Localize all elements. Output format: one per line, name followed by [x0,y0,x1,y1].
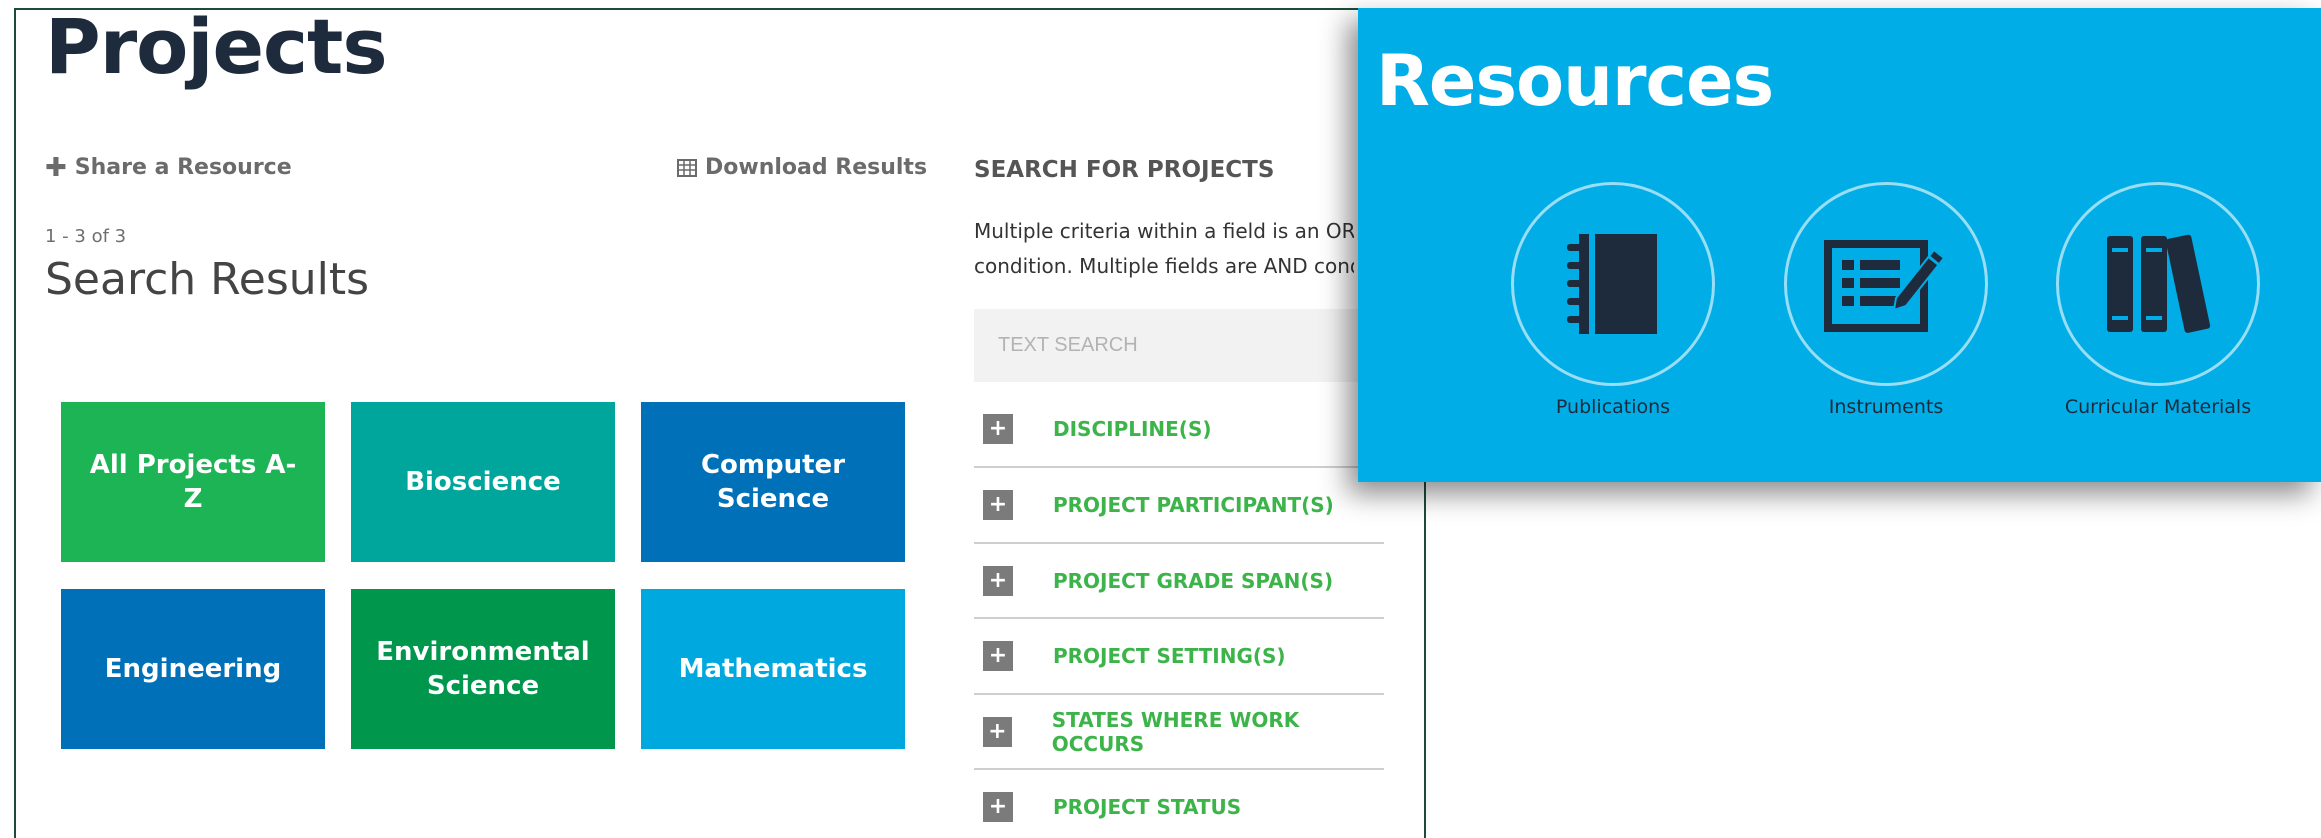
resource-curricular-materials[interactable]: Curricular Materials [2055,182,2261,418]
tile-environmental-science[interactable]: Environmental Science [351,589,615,749]
resource-label: Publications [1555,396,1671,418]
resources-title: Resources [1376,40,1774,122]
filter-project-settings[interactable]: + PROJECT SETTING(S) [974,617,1384,692]
share-resource-link[interactable]: ✚ Share a Resource [45,152,292,183]
results-heading: Search Results [45,254,370,305]
books-icon [2107,234,2211,333]
result-count: 1 - 3 of 3 [45,226,127,247]
tile-all-projects[interactable]: All Projects A-Z [61,402,325,562]
filter-label: PROJECT PARTICIPANT(S) [1053,492,1334,517]
filter-label: DISCIPLINE(S) [1053,416,1212,441]
tile-engineering[interactable]: Engineering [61,589,325,749]
expand-plus-icon[interactable]: + [983,640,1013,671]
text-search-input[interactable] [974,309,1384,382]
filter-label: PROJECT STATUS [1053,794,1242,819]
share-resource-label: Share a Resource [74,155,292,180]
expand-plus-icon[interactable]: + [983,413,1013,444]
filter-disciplines[interactable]: + DISCIPLINE(S) [974,391,1384,466]
filter-label: PROJECT GRADE SPAN(S) [1053,568,1334,593]
publications-circle [1511,182,1715,386]
tile-mathematics[interactable]: Mathematics [641,589,905,749]
filter-project-status[interactable]: + PROJECT STATUS [974,768,1384,838]
plus-icon: ✚ [45,152,67,183]
search-description-line: condition. Multiple fields are AND cond [974,254,1354,278]
tile-computer-science[interactable]: Computer Science [641,402,905,562]
search-heading: SEARCH FOR PROJECTS [974,157,1275,183]
expand-plus-icon[interactable]: + [983,791,1013,822]
filter-grade-spans[interactable]: + PROJECT GRADE SPAN(S) [974,542,1384,617]
search-description-line: Multiple criteria within a field is an O… [974,219,1354,243]
filter-label: STATES WHERE WORK OCCURS [1051,707,1300,756]
notebook-icon [1567,234,1657,334]
filter-states[interactable]: + STATES WHERE WORK OCCURS [974,693,1384,768]
expand-plus-icon[interactable]: + [983,565,1013,596]
resource-label: Instruments [1828,396,1944,418]
page-title: Projects [45,2,388,91]
tile-bioscience[interactable]: Bioscience [351,402,615,562]
download-results-label: Download Results [705,155,928,180]
table-icon [677,158,697,177]
search-description: Multiple criteria within a field is an O… [974,214,1354,284]
resource-label: Curricular Materials [2064,396,2252,418]
instruments-circle [1784,182,1988,386]
resource-instruments[interactable]: Instruments [1783,182,1989,418]
resource-publications[interactable]: Publications [1510,182,1716,418]
curricular-circle [2056,182,2260,386]
filter-label: PROJECT SETTING(S) [1053,643,1286,668]
checklist-pencil-icon [1824,240,1946,332]
filter-project-participants[interactable]: + PROJECT PARTICIPANT(S) [974,466,1384,541]
expand-plus-icon[interactable]: + [983,716,1012,747]
expand-plus-icon[interactable]: + [983,489,1013,520]
download-results-link[interactable]: Download Results [677,155,927,180]
